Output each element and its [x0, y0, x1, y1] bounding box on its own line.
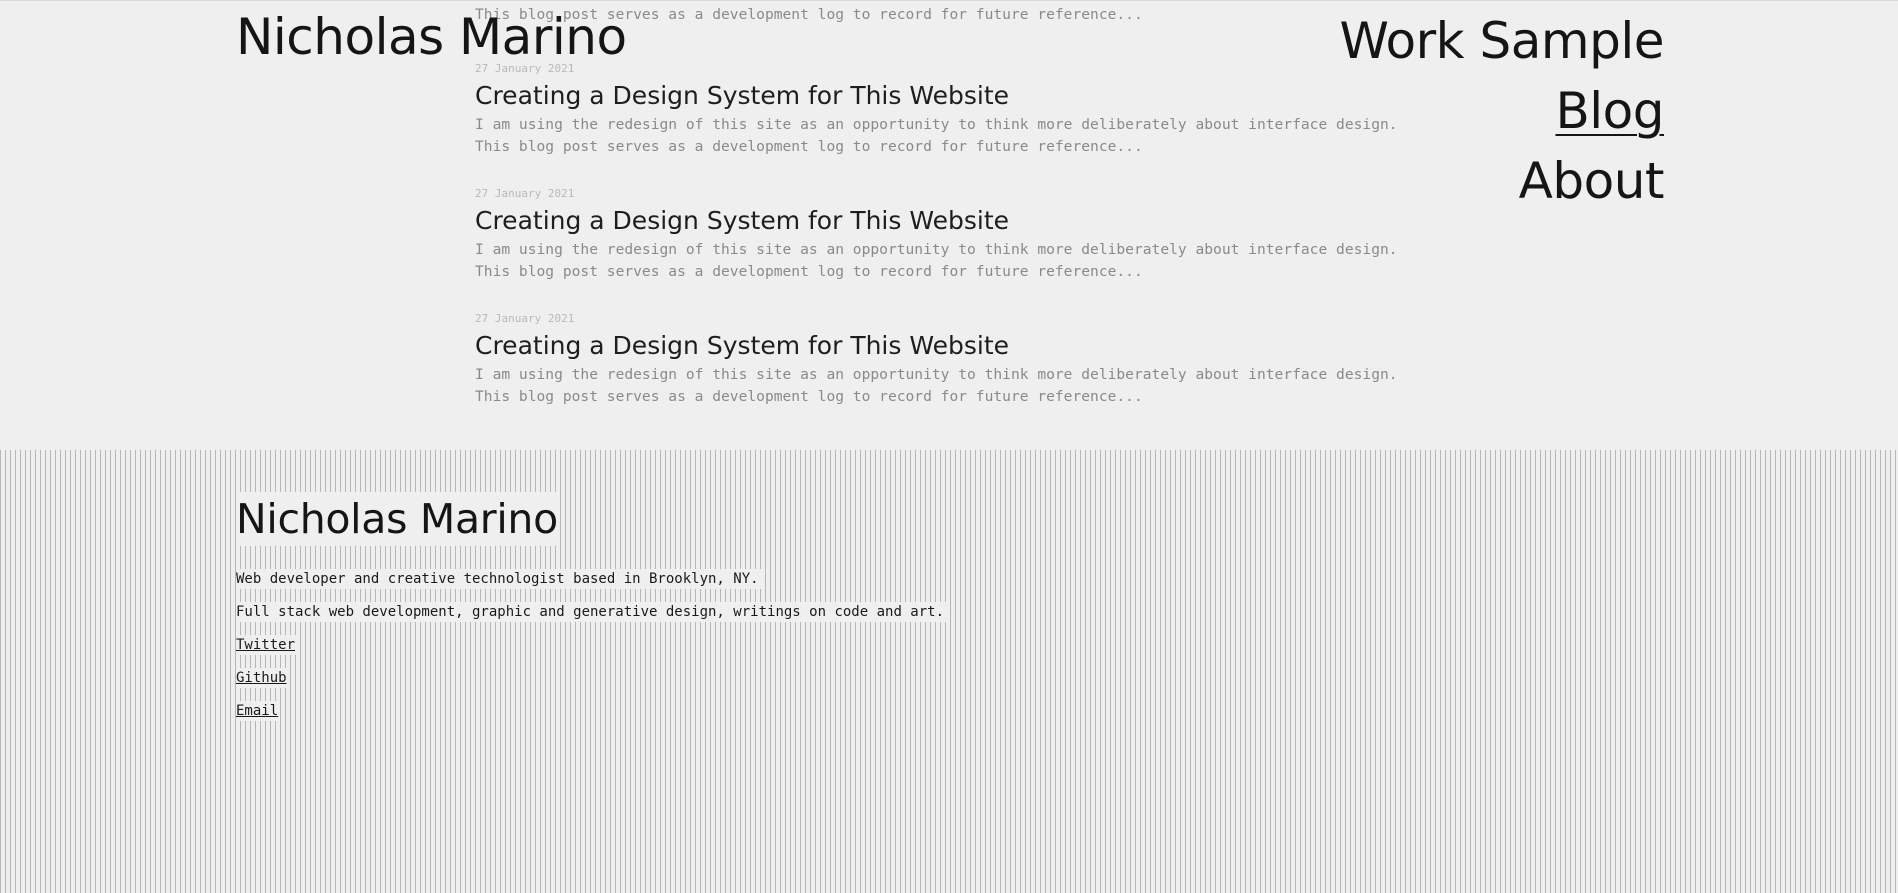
site-footer: Nicholas Marino Web developer and creati…: [0, 450, 1898, 893]
footer-tagline: Web developer and creative technologist …: [236, 569, 761, 589]
twitter-link[interactable]: Twitter: [236, 635, 297, 655]
post-excerpt: I am using the redesign of this site as …: [475, 366, 1398, 405]
post-title-link[interactable]: Creating a Design System for This Websit…: [475, 330, 1405, 362]
post-date: 27 January 2021: [475, 312, 575, 325]
post-title-link[interactable]: Creating a Design System for This Websit…: [475, 80, 1405, 112]
blog-content-area: I am using the redesign of this site as …: [0, 0, 1898, 450]
github-link[interactable]: Github: [236, 668, 288, 688]
nav-link-about[interactable]: About: [1340, 146, 1665, 216]
post-item[interactable]: 27 January 2021 Creating a Design System…: [475, 312, 1405, 408]
post-item[interactable]: 27 January 2021 Creating a Design System…: [475, 187, 1405, 283]
footer-description: Full stack web development, graphic and …: [236, 602, 947, 622]
post-excerpt: I am using the redesign of this site as …: [475, 241, 1398, 280]
nav-link-blog[interactable]: Blog: [1340, 76, 1664, 146]
footer-title: Nicholas Marino: [236, 492, 560, 546]
nav-link-work-sample[interactable]: Work Sample: [1340, 6, 1665, 76]
post-excerpt: I am using the redesign of this site as …: [475, 116, 1398, 155]
post-date: 27 January 2021: [475, 187, 575, 200]
main-nav: Work Sample Blog About: [1340, 6, 1665, 216]
post-title-link[interactable]: Creating a Design System for This Websit…: [475, 205, 1405, 237]
email-link[interactable]: Email: [236, 701, 280, 721]
post-item[interactable]: 27 January 2021 Creating a Design System…: [475, 62, 1405, 158]
site-title-link[interactable]: Nicholas Marino: [236, 6, 627, 68]
